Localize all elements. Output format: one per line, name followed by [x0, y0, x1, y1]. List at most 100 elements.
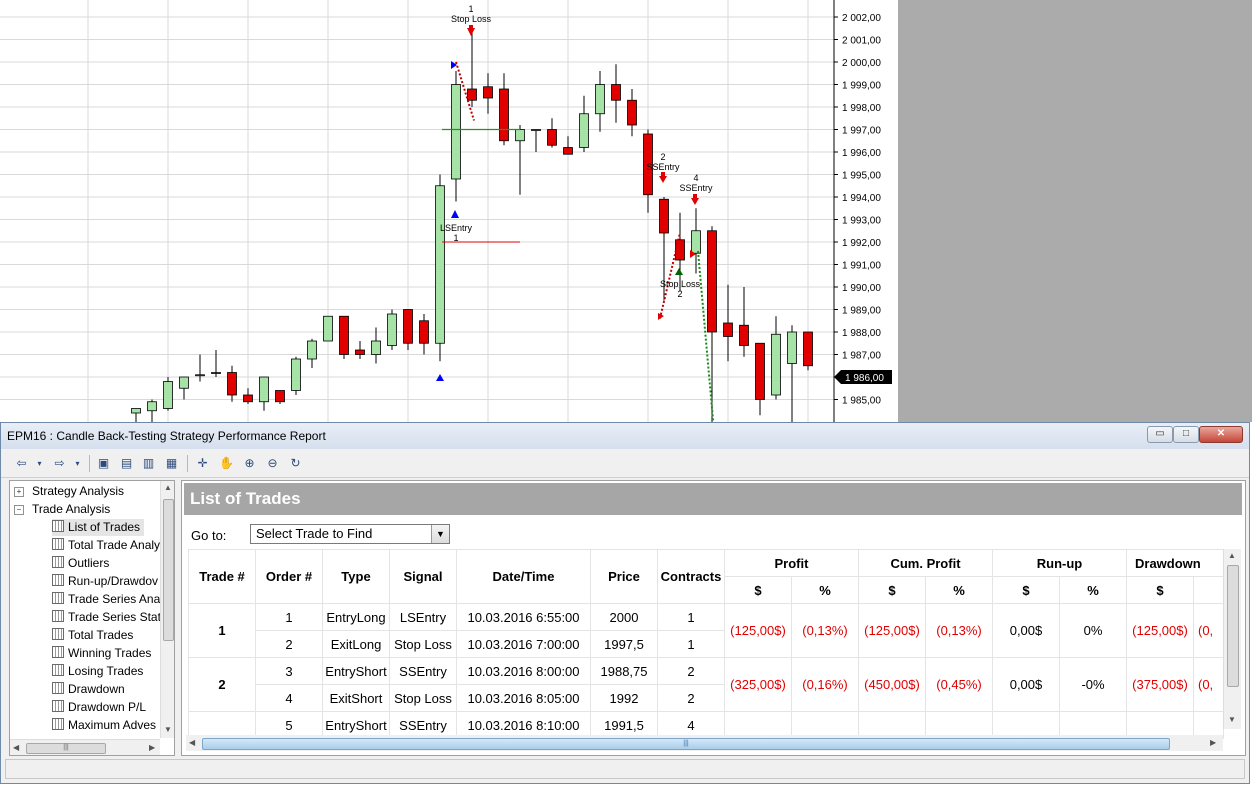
- settings-icon[interactable]: ▦: [163, 455, 180, 472]
- report-table-icon: [52, 592, 64, 604]
- tree-item[interactable]: − Trade Analysis: [14, 501, 110, 518]
- scroll-up-icon[interactable]: ▲: [164, 483, 172, 492]
- zoom-in-icon[interactable]: ⊕: [241, 455, 258, 472]
- col-header-type[interactable]: Type: [322, 549, 390, 604]
- hand-icon[interactable]: ✋: [218, 455, 235, 472]
- trade-annotation-label: 1: [468, 4, 473, 14]
- sell-arrow-icon: [693, 194, 697, 198]
- tree-item[interactable]: Trade Series Anal: [52, 591, 167, 608]
- report-horizontal-thumb[interactable]: |||: [202, 738, 1170, 750]
- report-table-icon: [52, 520, 64, 532]
- bear-candle: [339, 315, 349, 355]
- sell-arrow-icon: [467, 28, 475, 36]
- trade-annotation-label: SSEntry: [646, 162, 680, 172]
- col-header-profit[interactable]: Profit: [724, 549, 859, 577]
- bull-candle: [179, 376, 189, 389]
- tree-item[interactable]: Trade Series Stati: [52, 609, 168, 626]
- forward-icon[interactable]: ⇨: [51, 455, 68, 472]
- candlestick-chart[interactable]: 2 002,00 2 001,00 2 000,00 1 999,00 1 998,00…: [0, 0, 898, 422]
- col-header-cum-profit[interactable]: Cum. Profit: [858, 549, 993, 577]
- collapse-icon[interactable]: −: [14, 505, 24, 515]
- performance-report-window: EPM16 : Candle Back-Testing Strategy Per…: [0, 422, 1250, 784]
- report-vertical-scrollbar[interactable]: ▲ ▼: [1223, 549, 1241, 729]
- bear-candle: [563, 147, 573, 155]
- print-preview-icon[interactable]: ▤: [118, 455, 135, 472]
- col-header-datetime[interactable]: Date/Time: [456, 549, 591, 604]
- price-axis-label: 1 997,00: [842, 126, 881, 137]
- scroll-left-icon[interactable]: ◀: [13, 743, 19, 752]
- price-chart[interactable]: 2 002,00 2 001,00 2 000,00 1 999,00 1 998,00…: [0, 0, 898, 422]
- tree-item[interactable]: Winning Trades: [52, 645, 155, 662]
- price-axis-label: 1 999,00: [842, 81, 881, 92]
- col-header-drawdown[interactable]: Drawdown: [1126, 549, 1224, 577]
- report-horizontal-scrollbar[interactable]: ◀ ||| ▶: [186, 735, 1223, 751]
- tree-item-label: Total Trade Analy: [68, 538, 161, 552]
- scroll-left-icon[interactable]: ◀: [189, 738, 195, 747]
- report-table-icon: [52, 664, 64, 676]
- print-icon[interactable]: ▥: [140, 455, 157, 472]
- scroll-right-icon[interactable]: ▶: [1210, 738, 1216, 747]
- price-axis-label: 1 989,00: [842, 306, 881, 317]
- scroll-up-icon[interactable]: ▲: [1228, 551, 1236, 560]
- tree-vertical-scrollbar[interactable]: ▲ ▼: [160, 481, 174, 738]
- expand-icon[interactable]: +: [14, 487, 24, 497]
- tree-item[interactable]: Outliers: [52, 555, 113, 572]
- tree-item[interactable]: + Strategy Analysis: [14, 483, 124, 500]
- tree-horizontal-thumb[interactable]: |||: [26, 743, 106, 754]
- buy-arrow-icon: [451, 210, 459, 218]
- col-header-runup[interactable]: Run-up: [992, 549, 1127, 577]
- tree-item[interactable]: List of Trades: [52, 519, 145, 536]
- col-header-trade[interactable]: Trade #: [188, 549, 256, 604]
- close-button[interactable]: ✕: [1199, 426, 1243, 443]
- title-bar[interactable]: EPM16 : Candle Back-Testing Strategy Per…: [1, 423, 1249, 449]
- report-content: List of Trades Go to: Select Trade to Fi…: [181, 480, 1246, 756]
- tree-item[interactable]: Drawdown: [52, 681, 129, 698]
- table-row[interactable]: 2 3 EntryShort SSEntry 10.03.2016 8:00:0…: [188, 657, 1224, 712]
- chevron-down-icon[interactable]: ▼: [431, 525, 449, 543]
- tree-item[interactable]: Maximum Adves: [52, 717, 160, 734]
- scroll-down-icon[interactable]: ▼: [1228, 715, 1236, 724]
- scroll-down-icon[interactable]: ▼: [164, 725, 172, 734]
- tree-item[interactable]: Run-up/Drawdov: [52, 573, 162, 590]
- scroll-right-icon[interactable]: ▶: [149, 743, 155, 752]
- tree-item[interactable]: Drawdown P/L: [52, 699, 150, 716]
- order-number: 4: [255, 684, 323, 712]
- back-icon[interactable]: ⇦: [13, 455, 30, 472]
- bear-candle: [467, 88, 477, 101]
- col-header-price[interactable]: Price: [590, 549, 658, 604]
- goto-trade-select[interactable]: Select Trade to Find ▼: [250, 524, 450, 544]
- price-axis-label: 2 000,00: [842, 58, 881, 69]
- tree-vertical-thumb[interactable]: [163, 499, 174, 641]
- bull-candle: [131, 408, 141, 414]
- tree-item[interactable]: Total Trades: [52, 627, 137, 644]
- tree-item[interactable]: Total Trade Analy: [52, 537, 164, 554]
- bear-candle: [659, 198, 669, 234]
- bull-candle: [691, 230, 701, 254]
- crosshair-icon[interactable]: ✛: [194, 455, 211, 472]
- tree-horizontal-scrollbar[interactable]: ◀ ||| ▶: [10, 739, 160, 755]
- back-dropdown-icon[interactable]: ▾: [31, 455, 48, 472]
- forward-dropdown-icon[interactable]: ▾: [69, 455, 86, 472]
- col-header-order[interactable]: Order #: [255, 549, 323, 604]
- report-section-title: List of Trades: [184, 483, 1242, 515]
- table-row[interactable]: 1 1 EntryLong LSEntry 10.03.2016 6:55:00…: [188, 603, 1224, 658]
- col-header-signal[interactable]: Signal: [389, 549, 457, 604]
- price-axis-label: 1 994,00: [842, 193, 881, 204]
- report-vertical-thumb[interactable]: [1227, 565, 1239, 687]
- price-axis-label: 1 985,00: [842, 396, 881, 407]
- order-number: 1: [255, 603, 323, 631]
- col-header-contracts[interactable]: Contracts: [657, 549, 725, 604]
- maximize-button[interactable]: □: [1173, 426, 1199, 443]
- report-table-icon: [52, 628, 64, 640]
- subheader-dd-usd: $: [1126, 576, 1194, 604]
- save-icon[interactable]: ▣: [95, 455, 112, 472]
- order-contracts: 1: [657, 630, 725, 658]
- refresh-icon[interactable]: ↻: [287, 455, 304, 472]
- order-contracts: 1: [657, 603, 725, 631]
- zoom-out-icon[interactable]: ⊖: [264, 455, 281, 472]
- report-table-icon: [52, 682, 64, 694]
- tree-item[interactable]: Losing Trades: [52, 663, 147, 680]
- drawdown-pct: (0,: [1193, 603, 1224, 658]
- maximize-icon: □: [1182, 428, 1190, 439]
- minimize-button[interactable]: ▭: [1147, 426, 1173, 443]
